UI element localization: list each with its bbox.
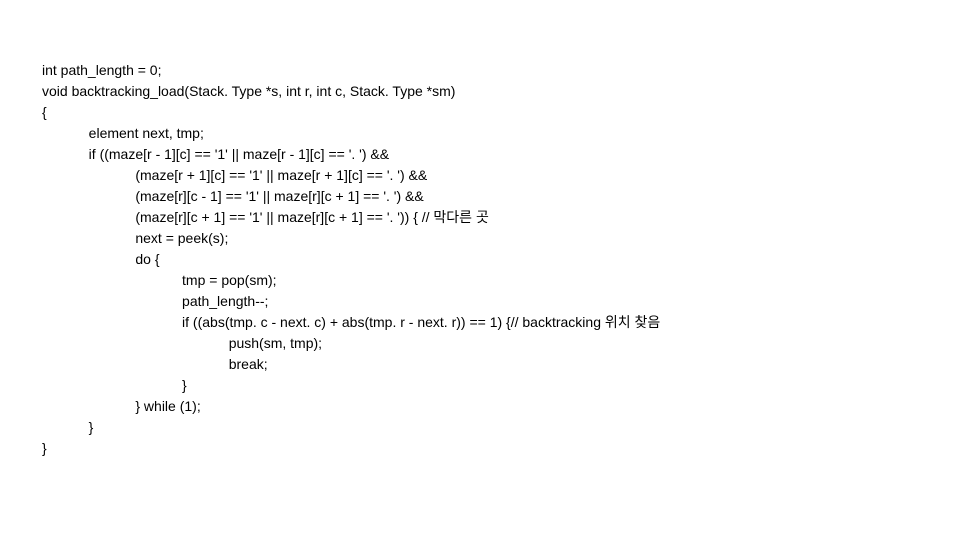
code-line: (maze[r + 1][c] == '1' || maze[r + 1][c]…: [42, 165, 960, 186]
code-line: if ((maze[r - 1][c] == '1' || maze[r - 1…: [42, 144, 960, 165]
code-line: void backtracking_load(Stack. Type *s, i…: [42, 81, 960, 102]
code-line: int path_length = 0;: [42, 60, 960, 81]
code-line: element next, tmp;: [42, 123, 960, 144]
code-line: if ((abs(tmp. c - next. c) + abs(tmp. r …: [42, 312, 960, 333]
code-line: push(sm, tmp);: [42, 333, 960, 354]
code-line: {: [42, 102, 960, 123]
code-line: (maze[r][c - 1] == '1' || maze[r][c + 1]…: [42, 186, 960, 207]
code-line: tmp = pop(sm);: [42, 270, 960, 291]
code-line: (maze[r][c + 1] == '1' || maze[r][c + 1]…: [42, 207, 960, 228]
code-line: path_length--;: [42, 291, 960, 312]
code-line: next = peek(s);: [42, 228, 960, 249]
code-line: }: [42, 417, 960, 438]
code-line: }: [42, 438, 960, 459]
code-line: } while (1);: [42, 396, 960, 417]
code-line: }: [42, 375, 960, 396]
code-line: do {: [42, 249, 960, 270]
code-line: break;: [42, 354, 960, 375]
code-block: int path_length = 0; void backtracking_l…: [42, 60, 960, 459]
